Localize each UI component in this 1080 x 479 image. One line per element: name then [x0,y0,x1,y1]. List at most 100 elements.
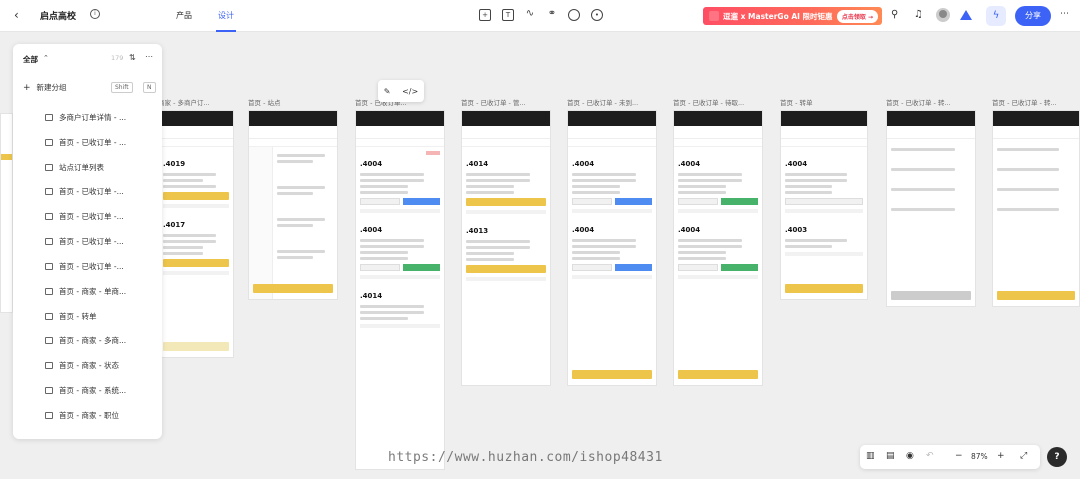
fullscreen-icon[interactable]: ⤢ [1020,451,1027,461]
order-number: .4014 [466,160,489,168]
frame-received-orders-1[interactable]: .4004 .4004 .4014 [355,110,445,470]
page-item-label: 首页 - 商家 - 状态 [59,361,119,370]
undo-icon[interactable]: ↶ [926,451,934,461]
image-icon [45,362,53,369]
frame-received-orders-3[interactable]: .4004 .4004 [567,110,657,386]
order-number: .4017 [163,221,186,229]
image-icon [45,139,53,146]
page-filter[interactable]: 全部 [23,54,38,65]
top-bar: ‹ 启点高校 i 产品 设计 + T ∿ ⚭ • 逗遛 x MasterGo A… [0,0,1080,32]
page-item[interactable]: 首页 - 转单 [45,311,155,325]
notification-bell-icon[interactable]: ♫ [914,9,923,20]
page-item[interactable]: 首页 - 商家 - 状态 [45,360,155,374]
frame-transfer-order[interactable]: .4004 .4003 [780,110,868,300]
page-item-label: 首页 - 已收订单 -... [59,187,124,196]
image-icon [45,188,53,195]
design-canvas[interactable]: 商家 - 多商户订... .4019 .4017 首页 - 站点 首页 - 已收… [0,33,1080,479]
order-number: .4014 [360,292,383,300]
preview-eye-icon[interactable]: • [591,9,603,21]
page-item[interactable]: 首页 - 商家 - 多商... [45,335,155,349]
page-item[interactable]: 首页 - 已收订单 -... [45,186,155,200]
text-tool-icon[interactable]: T [502,9,514,21]
layout-icon[interactable]: ▤ [886,451,895,461]
page-item[interactable]: 首页 - 已收订单 -... [45,236,155,250]
frame-label[interactable]: 首页 - 已收订单 - 待取... [673,97,763,107]
plus-icon: + [23,83,31,93]
zoom-in-icon[interactable]: + [997,451,1005,461]
page-item[interactable]: 多商户订单详情 - ... [45,112,155,126]
page-item-label: 首页 - 转单 [59,312,97,321]
order-number: .4013 [466,227,489,235]
image-icon [45,263,53,270]
frame-label[interactable]: 首页 - 已收订单 - 转... [992,97,1080,107]
avatar[interactable] [936,8,950,22]
zoom-level[interactable]: 87% [971,452,988,461]
promo-cta-button[interactable]: 点击领取 → [836,10,878,23]
ai-lightning-icon[interactable]: ϟ [986,6,1006,26]
order-number: .4004 [572,226,595,234]
frame-label[interactable]: 首页 - 已收订单 - 未到... [567,97,657,107]
watermark: https://www.huzhan.com/ishop48431 [388,450,663,465]
page-item[interactable]: 站点订单列表 [45,162,155,176]
pen-tool-icon[interactable]: ∿ [524,9,536,21]
order-number: .4004 [785,160,808,168]
frame-label[interactable]: 首页 - 已收订单 - 管... [461,97,551,107]
image-icon [45,313,53,320]
more-icon[interactable]: ⋯ [1060,9,1069,19]
link-icon[interactable]: ⚭ [546,9,558,21]
page-item[interactable]: 首页 - 已收订单 - ... [45,137,155,151]
new-group-button[interactable]: + 新建分组 Shift N [23,82,156,96]
share-button[interactable]: 分享 [1015,6,1051,26]
frame-received-orders-2[interactable]: .4014 .4013 [461,110,551,386]
info-icon[interactable]: i [90,9,100,19]
order-number: .4004 [360,226,383,234]
tab-design[interactable]: 设计 [216,10,236,32]
image-icon [45,387,53,394]
frame-transfer-select-1[interactable] [886,110,976,307]
chevron-up-icon[interactable]: ⌃ [43,54,49,62]
frame-tool-icon[interactable]: + [479,9,491,21]
shortcut-key: Shift [111,82,133,93]
comment-icon[interactable] [568,9,580,21]
mastergo-logo-icon [960,10,972,20]
order-number: .4019 [163,160,186,168]
order-number: .4003 [785,226,808,234]
frame-partial[interactable] [0,113,13,313]
page-item[interactable]: 首页 - 已收订单 -... [45,261,155,275]
frame-label[interactable]: 首页 - 站点 [248,97,338,107]
page-item[interactable]: 首页 - 已收订单 -... [45,211,155,225]
search-icon[interactable]: ⚲ [891,9,898,20]
page-item-label: 首页 - 商家 - 职位 [59,411,119,420]
frame-label[interactable]: 首页 - 已收订单 - 转... [886,97,976,107]
promo-banner[interactable]: 逗遛 x MasterGo AI 限时钜惠 点击领取 → [703,7,882,25]
frame-received-orders-4[interactable]: .4004 .4004 [673,110,763,386]
shortcut-key: N [143,82,156,93]
tab-product[interactable]: 产品 [176,10,192,21]
image-icon [45,114,53,121]
map-icon[interactable]: ▥ [866,451,875,461]
image-icon [45,164,53,171]
image-icon [45,337,53,344]
frame-transfer-select-2[interactable] [992,110,1080,307]
frame-label[interactable]: 首页 - 转单 [780,97,870,107]
more-icon[interactable]: ⋯ [145,52,153,61]
image-icon [45,213,53,220]
page-item-label: 首页 - 已收订单 -... [59,262,124,271]
frame-multi-merchant[interactable]: .4019 .4017 [158,110,234,358]
sort-icon[interactable]: ⇅ [129,53,136,62]
page-item[interactable]: 首页 - 商家 - 职位 [45,410,155,424]
promo-text: 逗遛 x MasterGo AI 限时钜惠 [723,11,833,21]
help-button[interactable]: ? [1047,447,1067,467]
frame-home-site[interactable] [248,110,338,300]
page-count: 179 [111,54,124,62]
record-icon[interactable]: ◉ [906,451,914,461]
edit-pencil-icon[interactable]: ✎ [384,87,391,96]
team-name[interactable]: 启点高校 [40,9,76,22]
image-icon [45,412,53,419]
frame-label[interactable]: 商家 - 多商户订... [158,97,244,107]
page-item[interactable]: 首页 - 商家 - 系统... [45,385,155,399]
zoom-out-icon[interactable]: − [955,451,963,461]
page-item[interactable]: 首页 - 商家 - 单商... [45,286,155,300]
code-icon[interactable]: </> [402,87,418,96]
back-icon[interactable]: ‹ [14,8,19,22]
